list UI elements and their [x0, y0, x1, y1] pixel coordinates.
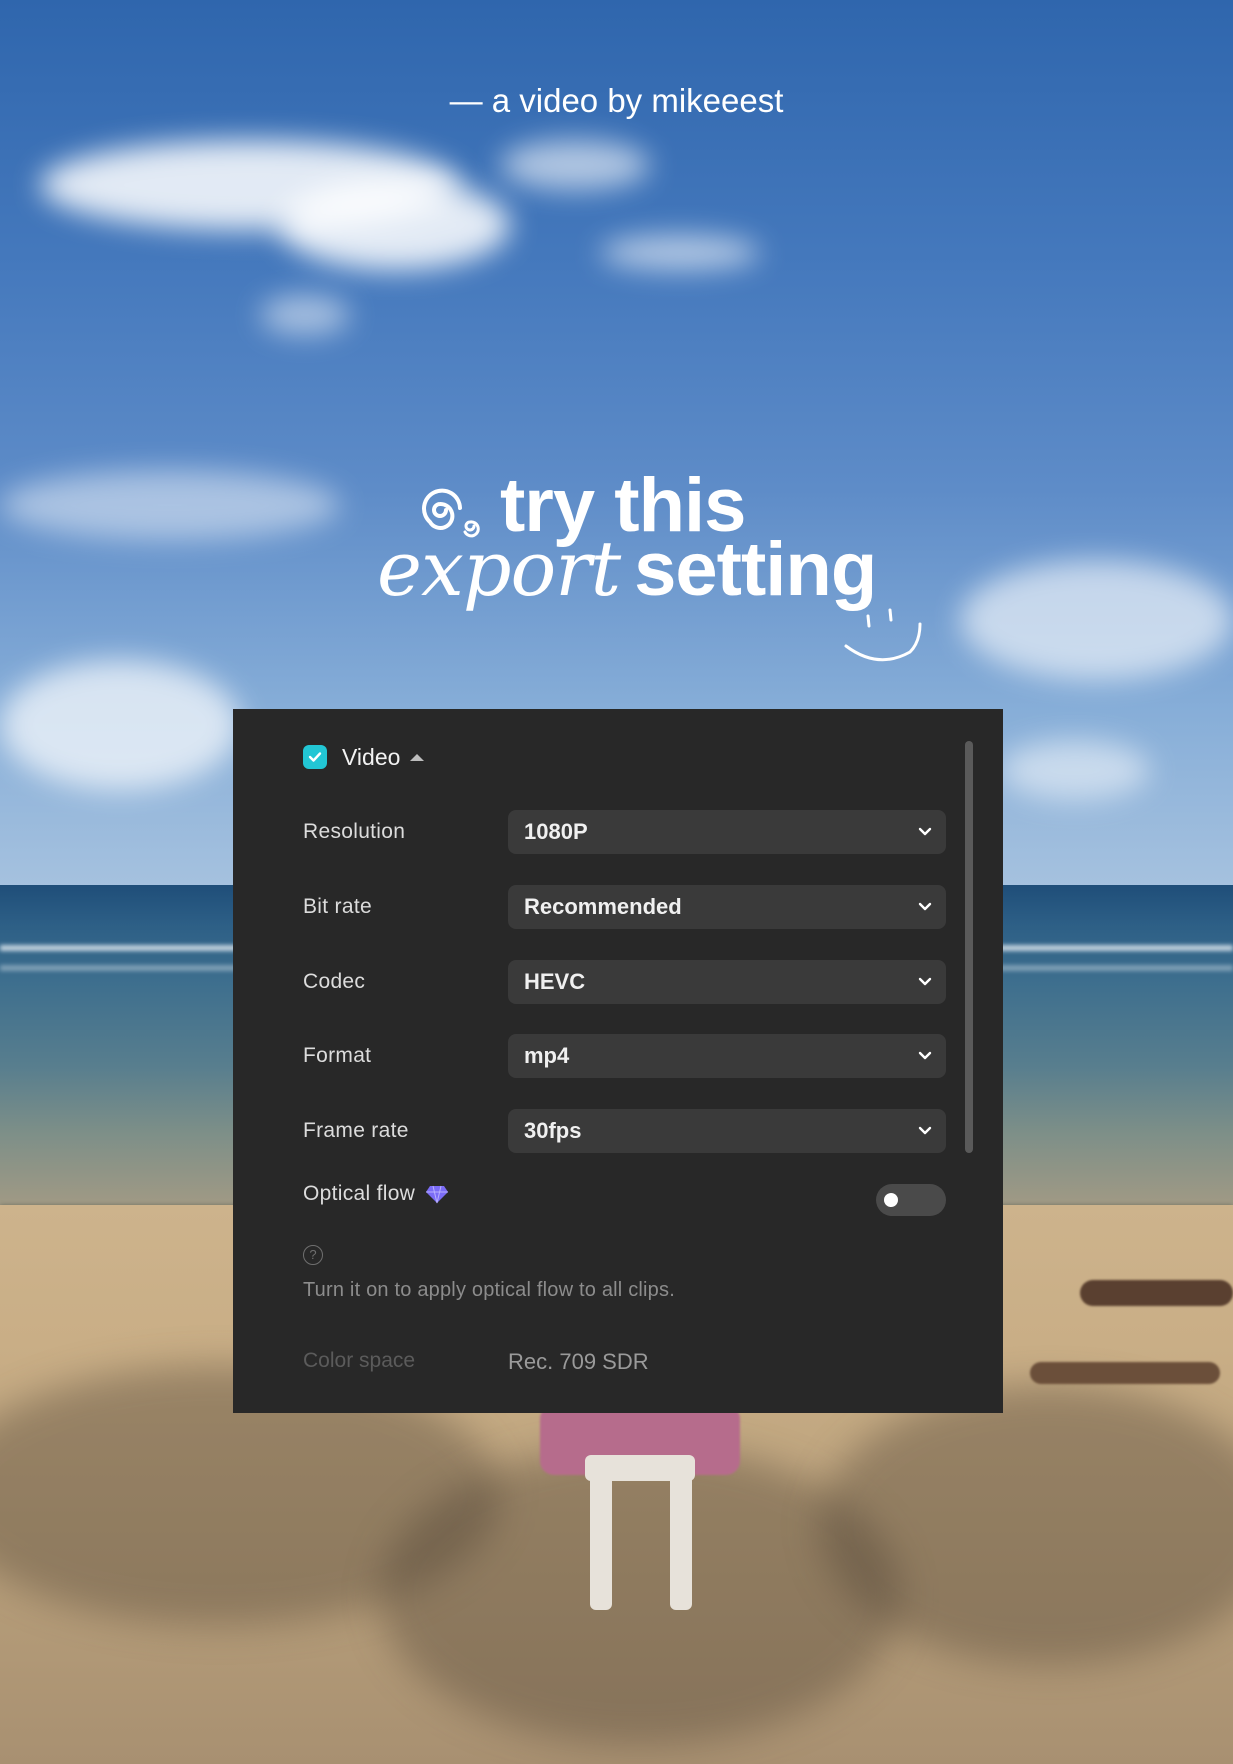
smile-icon: [844, 608, 922, 662]
optical-flow-label-group: Optical flow: [303, 1182, 449, 1206]
chevron-down-icon: [918, 827, 932, 836]
setting-row-codec: Codec HEVC: [303, 960, 946, 1004]
codec-select[interactable]: HEVC: [508, 960, 946, 1004]
optical-flow-hint: Turn it on to apply optical flow to all …: [303, 1279, 675, 1301]
chevron-down-icon: [918, 1126, 932, 1135]
bit-rate-label: Bit rate: [303, 895, 372, 918]
codec-label: Codec: [303, 970, 366, 993]
toggle-knob: [884, 1193, 898, 1207]
optical-flow-label: Optical flow: [303, 1182, 416, 1205]
panel-scrollbar[interactable]: [965, 741, 973, 1153]
caret-up-icon[interactable]: [410, 753, 425, 761]
chevron-down-icon: [918, 1051, 932, 1060]
bit-rate-value: Recommended: [524, 894, 682, 919]
setting-row-format: Format mp4: [303, 1034, 946, 1078]
resolution-label: Resolution: [303, 820, 406, 843]
setting-row-frame-rate: Frame rate 30fps: [303, 1109, 946, 1153]
setting-row-resolution: Resolution 1080P: [303, 810, 946, 854]
cloud: [960, 560, 1233, 680]
cloud: [500, 140, 650, 190]
help-circle-icon[interactable]: ?: [303, 1245, 323, 1265]
cloud: [0, 660, 240, 790]
cloud: [260, 295, 350, 335]
video-byline: — a video by mikeeest: [449, 82, 784, 119]
cloud: [280, 180, 510, 270]
headline-word: setting: [634, 527, 877, 612]
frame-rate-label: Frame rate: [303, 1119, 409, 1142]
resolution-value: 1080P: [524, 819, 588, 844]
headline-line-2: export setting: [377, 524, 877, 613]
color-space-value: Rec. 709 SDR: [508, 1349, 649, 1374]
frame-rate-select[interactable]: 30fps: [508, 1109, 946, 1153]
setting-row-bit-rate: Bit rate Recommended: [303, 885, 946, 929]
cloud: [1000, 740, 1150, 800]
chevron-down-icon: [918, 977, 932, 986]
cloud: [0, 470, 340, 540]
video-section-header[interactable]: Video: [303, 741, 425, 773]
format-label: Format: [303, 1044, 372, 1067]
codec-value: HEVC: [524, 969, 586, 994]
optical-flow-toggle[interactable]: [876, 1184, 946, 1216]
gem-icon: [426, 1185, 449, 1204]
video-section-checkbox[interactable]: [303, 745, 327, 769]
bit-rate-select[interactable]: Recommended: [508, 885, 946, 929]
format-value: mp4: [524, 1043, 570, 1068]
export-settings-panel: Video Resolution 1080P Bit rate Recommen…: [233, 709, 1003, 1413]
format-select[interactable]: mp4: [508, 1034, 946, 1078]
color-space-label: Color space: [303, 1349, 416, 1372]
cloud: [600, 235, 760, 270]
headline-italic-word: export: [377, 524, 621, 613]
checkmark-icon: [308, 752, 322, 762]
video-section-title: Video: [342, 743, 401, 770]
chevron-down-icon: [918, 902, 932, 911]
resolution-select[interactable]: 1080P: [508, 810, 946, 854]
frame-rate-value: 30fps: [524, 1118, 582, 1143]
